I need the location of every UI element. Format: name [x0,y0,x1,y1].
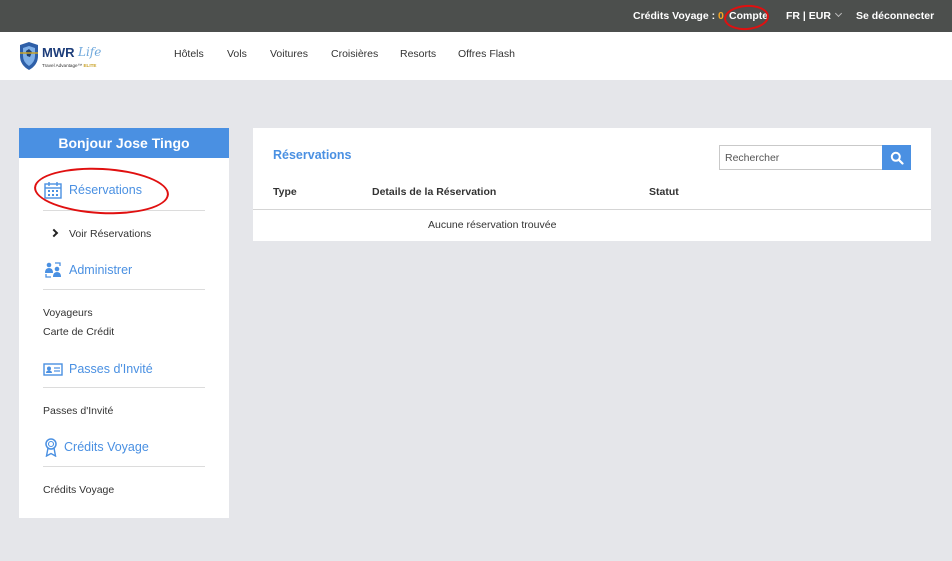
svg-text:Life: Life [77,45,101,59]
chevron-down-icon [834,9,842,18]
svg-text:MWR: MWR [42,45,75,60]
travel-credits-value: 0 [718,10,724,22]
sidebar-item-credit-card[interactable]: Carte de Crédit [43,326,114,338]
language-currency-label: FR | EUR [786,10,831,22]
mwr-life-logo[interactable]: MWR Life Travel Advantage™ ELITE [18,42,113,72]
top-bar: Crédits Voyage : 0 Compte FR | EUR Se dé… [0,0,952,32]
travel-credits-link[interactable]: Crédits Voyage : 0 [633,0,724,32]
sidebar-section-title: Administrer [69,263,133,277]
chevron-right-icon [49,228,59,238]
reservations-panel: Réservations Type Details de la Réservat… [253,128,931,241]
sidebar-item-label: Voir Réservations [69,228,152,240]
account-sidebar: Bonjour Jose Tingo Réservations Voir Rés… [19,128,229,518]
sidebar-item-travel-credits[interactable]: Crédits Voyage [43,484,114,496]
sidebar-section-title: Crédits Voyage [64,440,149,454]
sidebar-section-travel-credits[interactable]: Crédits Voyage [43,437,205,467]
column-header-status: Statut [649,186,679,198]
id-card-icon [43,363,63,376]
search-input[interactable] [719,145,883,170]
sidebar-item-view-reservations[interactable]: Voir Réservations [49,228,152,240]
logout-link[interactable]: Se déconnecter [856,0,934,32]
search-button[interactable] [882,145,911,170]
sidebar-section-title: Passes d'Invité [69,362,153,376]
travel-credits-label: Crédits Voyage : [633,10,716,22]
panel-title: Réservations [273,148,352,162]
sidebar-section-guest-passes[interactable]: Passes d'Invité [43,359,205,388]
greeting-header: Bonjour Jose Tingo [19,128,229,158]
language-currency-selector[interactable]: FR | EUR [786,0,842,32]
column-header-details: Details de la Réservation [372,186,497,198]
nav-flash-offers[interactable]: Offres Flash [458,32,515,76]
svg-text:Travel Advantage™ ELITE: Travel Advantage™ ELITE [42,63,96,68]
table-divider [253,209,931,210]
award-icon [45,438,57,457]
nav-hotels[interactable]: Hôtels [174,32,204,76]
nav-flights[interactable]: Vols [227,32,247,76]
sidebar-section-administer[interactable]: Administrer [43,260,205,290]
empty-state-message: Aucune réservation trouvée [428,219,557,231]
search-icon [890,151,904,165]
column-header-type: Type [273,186,297,198]
sidebar-item-travelers[interactable]: Voyageurs [43,307,93,319]
main-header: MWR Life Travel Advantage™ ELITE Hôtels … [0,32,952,80]
nav-resorts[interactable]: Resorts [400,32,436,76]
nav-cruises[interactable]: Croisières [331,32,378,76]
people-exchange-icon [45,262,61,278]
sidebar-item-guest-passes[interactable]: Passes d'Invité [43,405,113,417]
nav-cars[interactable]: Voitures [270,32,308,76]
